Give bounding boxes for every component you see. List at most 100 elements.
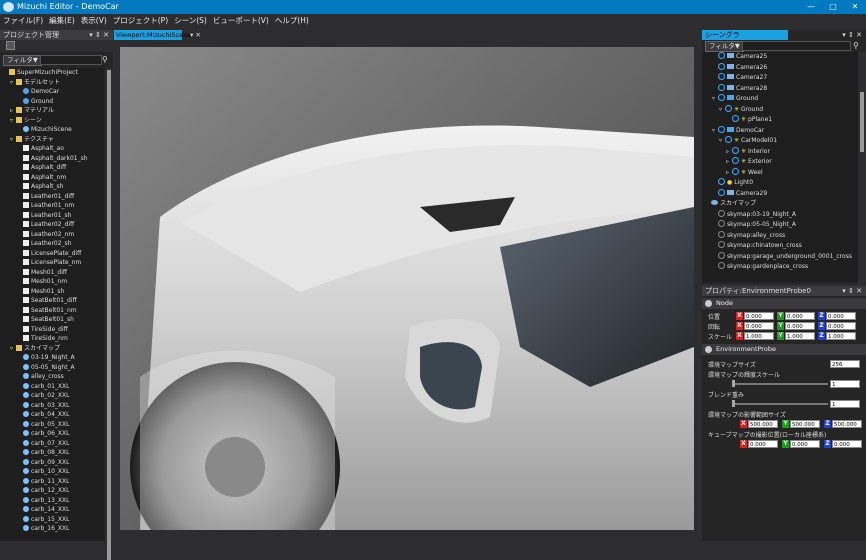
project-tree-item[interactable]: SeatBelt01_sh — [0, 315, 104, 325]
position-y-field[interactable]: 0.000 — [785, 312, 815, 320]
rotation-z-field[interactable]: 0.000 — [826, 322, 856, 330]
scene-graph-node[interactable]: Camera25 — [702, 52, 858, 63]
project-tree-item[interactable]: carb_05_XXL — [0, 420, 104, 430]
visibility-icon[interactable] — [718, 73, 725, 80]
search-icon[interactable]: ⚲ — [853, 41, 859, 50]
visibility-icon[interactable] — [732, 157, 739, 164]
project-tree-item[interactable]: carb_08_XXL — [0, 448, 104, 458]
viewport-3d-render[interactable] — [120, 47, 694, 530]
project-tree-item[interactable]: ▿ モデルセット — [0, 78, 104, 88]
scene-graph-node[interactable]: Camera26 — [702, 62, 858, 74]
project-filter-button[interactable]: フィルタ▼ — [3, 55, 42, 66]
range-z-field[interactable]: 500.000 — [832, 420, 862, 428]
collapse-icon[interactable] — [705, 346, 712, 353]
project-tree-item[interactable]: Asphalt_ao — [0, 144, 104, 154]
position-x-field[interactable]: 0.000 — [744, 312, 774, 320]
project-tree-item[interactable]: Mesh01_nm — [0, 277, 104, 287]
expand-toggle-icon[interactable]: ▹ — [726, 168, 732, 179]
expand-toggle-icon[interactable]: ▿ — [712, 94, 718, 105]
visibility-icon[interactable] — [725, 136, 732, 143]
project-tree-item[interactable]: Leather02_sh — [0, 239, 104, 249]
project-tree-item[interactable]: carb_13_XXL — [0, 496, 104, 506]
project-tree-item[interactable]: ▹ マテリアル — [0, 106, 104, 116]
collapse-icon[interactable] — [705, 300, 712, 307]
project-tree-item[interactable]: carb_06_XXL — [0, 429, 104, 439]
project-tree-item[interactable]: DemoCar — [0, 87, 104, 97]
project-tree-item[interactable]: carb_07_XXL — [0, 439, 104, 449]
scene-search-input[interactable] — [742, 41, 851, 51]
skymap-radio-button[interactable] — [718, 209, 725, 217]
scale-y-field[interactable]: 1.000 — [785, 332, 815, 340]
project-tree-item[interactable]: 03-19_Night_A — [0, 353, 104, 363]
project-tree-item[interactable]: alley_cross — [0, 372, 104, 382]
project-tree-item[interactable]: LicensePlate_diff — [0, 249, 104, 259]
scene-graph-node[interactable]: ▿ ✳ Ground — [702, 104, 858, 116]
visibility-icon[interactable] — [725, 104, 732, 112]
menu-help[interactable]: ヘルプ(H) — [272, 14, 312, 28]
scene-filter-button[interactable]: フィルタ▼ — [705, 41, 744, 52]
scene-graph-node[interactable]: skymap:alley_cross — [702, 230, 858, 242]
skymap-radio-button[interactable] — [718, 241, 725, 248]
scene-graph-node[interactable]: Camera29 — [702, 188, 858, 200]
panel-pin-icon[interactable]: ▾ ⇕ ✕ — [842, 30, 862, 40]
menu-viewport[interactable]: ビューポート(V) — [210, 14, 272, 28]
project-tree-item[interactable]: Mesh01_diff — [0, 268, 104, 278]
cube-x-field[interactable]: 0.000 — [748, 440, 778, 448]
project-tree-item[interactable]: SeatBelt01_nm — [0, 306, 104, 316]
scene-graph-tab[interactable]: シーングラフ:MizuchiScene — [702, 30, 788, 49]
visibility-icon[interactable] — [732, 146, 739, 154]
scene-graph-node[interactable]: skymap:garage_underground_0001_cross — [702, 251, 858, 263]
menu-scene[interactable]: シーン(S) — [171, 14, 210, 28]
project-tree-item[interactable]: Asphalt_dark01_sh — [0, 154, 104, 164]
visibility-icon[interactable] — [732, 115, 739, 122]
project-tree-item[interactable]: 05-05_Night_A — [0, 363, 104, 373]
range-x-field[interactable]: 500.000 — [748, 420, 778, 428]
scene-graph-node[interactable]: ▿ ✳ CarModel01 — [702, 136, 858, 147]
menu-file[interactable]: ファイル(F) — [0, 14, 46, 28]
project-tree-item[interactable]: carb_01_XXL — [0, 382, 104, 392]
project-tree-item[interactable]: ▿ シーン — [0, 116, 104, 126]
project-tree-item[interactable]: carb_03_XXL — [0, 401, 104, 411]
project-tree-item[interactable]: SuperMizuchiProject — [0, 68, 104, 78]
project-tree-item[interactable]: TireSide_diff — [0, 325, 104, 335]
maximize-button[interactable]: □ — [822, 0, 844, 14]
visibility-icon[interactable] — [718, 178, 725, 185]
project-tree-item[interactable]: Leather01_nm — [0, 201, 104, 211]
project-tree-item[interactable]: Leather02_diff — [0, 220, 104, 230]
position-z-field[interactable]: 0.000 — [826, 312, 856, 320]
project-tree-item[interactable]: carb_10_XXL — [0, 467, 104, 477]
project-scrollbar[interactable] — [105, 68, 113, 560]
project-tree-item[interactable]: ▿ テクスチャ — [0, 135, 104, 145]
panel-pin-icon[interactable]: ▾ ⇕ ✕ — [842, 286, 862, 296]
project-tree-item[interactable]: carb_04_XXL — [0, 410, 104, 420]
scale-x-field[interactable]: 1.000 — [744, 332, 774, 340]
visibility-icon[interactable] — [718, 83, 725, 91]
project-tree-item[interactable]: MizuchiScene — [0, 125, 104, 135]
project-tree-item[interactable]: Ground — [0, 97, 104, 107]
menu-view[interactable]: 表示(V) — [78, 14, 110, 28]
project-tree-item[interactable]: Asphalt_diff — [0, 163, 104, 173]
project-search-input[interactable] — [40, 55, 102, 65]
scene-graph-node[interactable]: skymap:gardenplace_cross — [702, 262, 858, 273]
project-tree-item[interactable]: Asphalt_nm — [0, 173, 104, 183]
project-tree-item[interactable]: carb_15_XXL — [0, 515, 104, 525]
visibility-icon[interactable] — [718, 125, 725, 133]
viewport-tab-close-icon[interactable]: ▾ ✕ — [190, 30, 201, 40]
rotation-y-field[interactable]: 0.000 — [785, 322, 815, 330]
project-tree-item[interactable]: Leather01_diff — [0, 192, 104, 202]
scene-graph-node[interactable]: ▹ ✳ Weel — [702, 167, 858, 179]
project-tree-item[interactable]: LicensePlate_nm — [0, 258, 104, 268]
visibility-icon[interactable] — [718, 62, 725, 70]
project-tree-item[interactable]: ▿ スカイマップ — [0, 344, 104, 354]
project-tree-item[interactable]: carb_12_XXL — [0, 486, 104, 496]
project-tree-item[interactable]: TireSide_nm — [0, 334, 104, 344]
project-tree-item[interactable]: carb_02_XXL — [0, 391, 104, 401]
blend-slider[interactable] — [732, 403, 828, 405]
project-tree-item[interactable]: carb_16_XXL — [0, 524, 104, 534]
search-icon[interactable]: ⚲ — [102, 55, 108, 64]
scene-graph-scrollbar[interactable] — [858, 52, 866, 284]
expand-toggle-icon[interactable]: ▹ — [726, 157, 732, 168]
close-button[interactable]: ✕ — [844, 0, 866, 14]
mip-scale-slider[interactable] — [732, 383, 828, 385]
expand-toggle-icon[interactable]: ▿ — [719, 105, 725, 116]
